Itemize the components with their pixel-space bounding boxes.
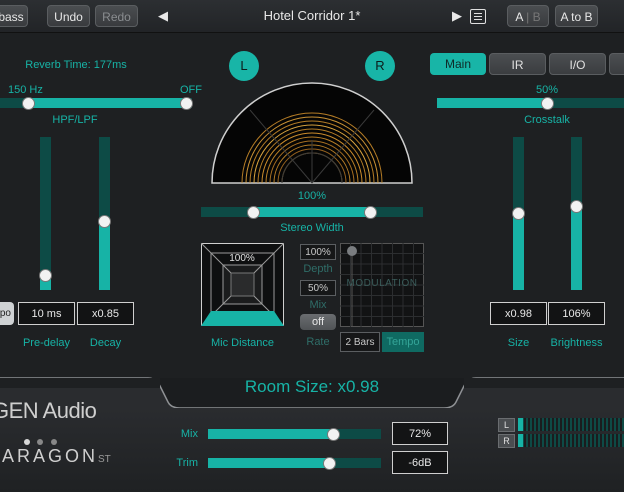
bars-value-box[interactable]: 2 Bars — [340, 332, 380, 352]
mic-distance-label: Mic Distance — [211, 337, 274, 349]
hpf-lpf-range — [28, 98, 186, 108]
brightness-fill — [571, 206, 582, 290]
trim-slider[interactable] — [208, 457, 381, 470]
trim-handle[interactable] — [323, 457, 336, 470]
predelay-label: Pre-delay — [22, 337, 71, 349]
product-suffix: ST — [98, 454, 111, 465]
previous-preset-icon[interactable]: ◀ — [158, 0, 168, 32]
crosstalk-label: Crosstalk — [524, 114, 570, 126]
mic-distance-value: 100% — [229, 253, 255, 264]
next-preset-icon[interactable]: ▶ — [452, 0, 462, 32]
trim-label: Trim — [176, 457, 198, 469]
meter-left-bar — [518, 418, 624, 431]
hpf-handle[interactable] — [22, 97, 35, 110]
hpf-lpf-label: HPF/LPF — [52, 114, 98, 126]
brightness-label: Brightness — [550, 337, 603, 349]
ab-separator: | — [526, 10, 530, 24]
ab-compare-button[interactable]: A | B — [507, 5, 549, 27]
room-size-readout[interactable]: Room Size: x0.98 — [170, 377, 454, 397]
rate-sync-toggle[interactable]: off — [300, 314, 336, 330]
tempo-sync-button[interactable]: Tempo — [382, 332, 424, 352]
tab-more[interactable] — [609, 53, 624, 75]
output-mix-label: Mix — [180, 428, 198, 440]
brightness-value-box[interactable]: 106% — [548, 302, 605, 325]
stereo-width-label: Stereo Width — [280, 222, 344, 234]
meter-left-label: L — [498, 418, 515, 432]
decay-value-box[interactable]: x0.85 — [77, 302, 134, 325]
mod-mix-label: Mix — [309, 299, 327, 311]
meter-right-bar — [518, 434, 624, 447]
trim-fill — [208, 458, 329, 468]
stereo-width-slider[interactable] — [201, 206, 423, 219]
hpf-value: 150 Hz — [8, 84, 43, 96]
crosstalk-value: 50% — [535, 84, 559, 96]
predelay-slider[interactable] — [39, 137, 52, 290]
output-mix-slider[interactable] — [208, 428, 381, 441]
hpf-lpf-slider[interactable] — [0, 97, 193, 110]
lpf-value: OFF — [180, 84, 202, 96]
decay-handle[interactable] — [98, 215, 111, 228]
left-channel-button[interactable]: L — [229, 51, 259, 81]
bypass-button[interactable]: bass — [0, 5, 28, 27]
right-channel-button[interactable]: R — [365, 51, 395, 81]
output-mix-handle[interactable] — [327, 428, 340, 441]
predelay-handle[interactable] — [39, 269, 52, 282]
tab-ir[interactable]: IR — [489, 53, 546, 75]
size-value-box[interactable]: x0.98 — [490, 302, 547, 325]
modulation-label: MODULATION — [346, 278, 418, 289]
output-mix-value-box[interactable]: 72% — [392, 422, 448, 445]
redo-button[interactable]: Redo — [95, 5, 138, 27]
predelay-sync-button[interactable]: po — [0, 302, 14, 325]
meter-right-label: R — [498, 434, 515, 448]
room-size-tab-right-gap — [464, 378, 624, 388]
ab-a-label: A — [515, 10, 523, 24]
crosstalk-fill — [437, 98, 547, 108]
size-label: Size — [507, 337, 530, 349]
size-handle[interactable] — [512, 207, 525, 220]
tab-main[interactable]: Main — [430, 53, 486, 75]
brightness-handle[interactable] — [570, 200, 583, 213]
product-logo: ARAGONST — [2, 446, 111, 467]
decay-fill — [99, 221, 110, 290]
depth-value-box[interactable]: 100% — [300, 244, 336, 260]
stereo-width-right-handle[interactable] — [364, 206, 377, 219]
ab-b-label: B — [532, 10, 541, 24]
size-slider[interactable] — [512, 137, 525, 290]
stereo-width-range — [253, 207, 370, 217]
size-fill — [513, 213, 524, 290]
decay-label: Decay — [89, 337, 122, 349]
stereo-field-display — [211, 82, 413, 184]
room-size-tab-left-gap — [0, 378, 160, 388]
stereo-width-value: 100% — [297, 190, 327, 202]
crosstalk-slider[interactable] — [437, 97, 624, 110]
preset-list-icon[interactable] — [470, 9, 486, 24]
preset-name[interactable]: Hotel Corridor 1* — [232, 0, 392, 32]
a-to-b-button[interactable]: A to B — [555, 5, 598, 27]
reverb-time-readout: Reverb Time: 177ms — [25, 59, 127, 71]
stereo-width-left-handle[interactable] — [247, 206, 260, 219]
modulation-handle — [347, 246, 357, 256]
mic-distance-fill — [201, 311, 284, 326]
predelay-value-box[interactable]: 10 ms — [18, 302, 75, 325]
crosstalk-handle[interactable] — [541, 97, 554, 110]
lpf-handle[interactable] — [180, 97, 193, 110]
output-mix-fill — [208, 429, 333, 439]
undo-button[interactable]: Undo — [47, 5, 90, 27]
depth-label: Depth — [303, 263, 333, 275]
trim-value-box[interactable]: -6dB — [392, 451, 448, 474]
top-toolbar: bass Undo Redo ◀ Hotel Corridor 1* ▶ A |… — [0, 0, 624, 33]
rate-label: Rate — [306, 336, 330, 348]
mix-value-box[interactable]: 50% — [300, 280, 336, 296]
product-name: ARAGON — [2, 446, 99, 466]
brightness-slider[interactable] — [570, 137, 583, 290]
tab-io[interactable]: I/O — [549, 53, 606, 75]
brand-logo: GEN Audio — [0, 398, 97, 423]
decay-slider[interactable] — [98, 137, 111, 290]
